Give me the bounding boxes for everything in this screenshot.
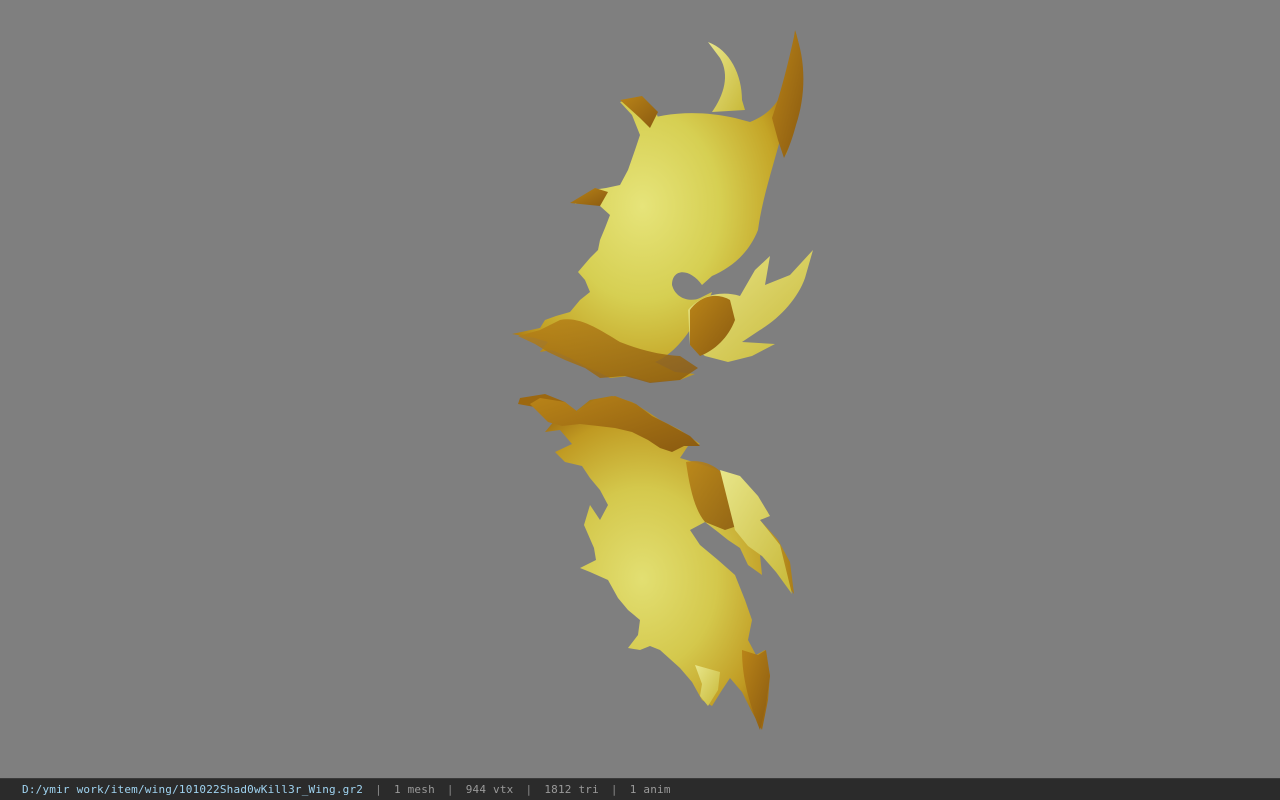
wing-model-render — [512, 30, 813, 730]
status-separator: | — [375, 783, 382, 796]
vertex-count: 944 vtx — [465, 783, 514, 796]
anim-count: 1 anim — [629, 783, 671, 796]
file-path: D:/ymir work/item/wing/101022Shad0wKill3… — [22, 783, 364, 796]
status-separator: | — [525, 783, 533, 796]
status-bar: D:/ymir work/item/wing/101022Shad0wKill3… — [0, 778, 1280, 800]
status-separator: | — [446, 783, 454, 796]
3d-viewport[interactable] — [0, 0, 1280, 778]
upper-wing — [512, 30, 813, 383]
mesh-count: 1 mesh — [393, 783, 435, 796]
triangle-count: 1812 tri — [544, 783, 599, 796]
status-separator: | — [610, 783, 618, 796]
lower-wing — [518, 394, 794, 730]
